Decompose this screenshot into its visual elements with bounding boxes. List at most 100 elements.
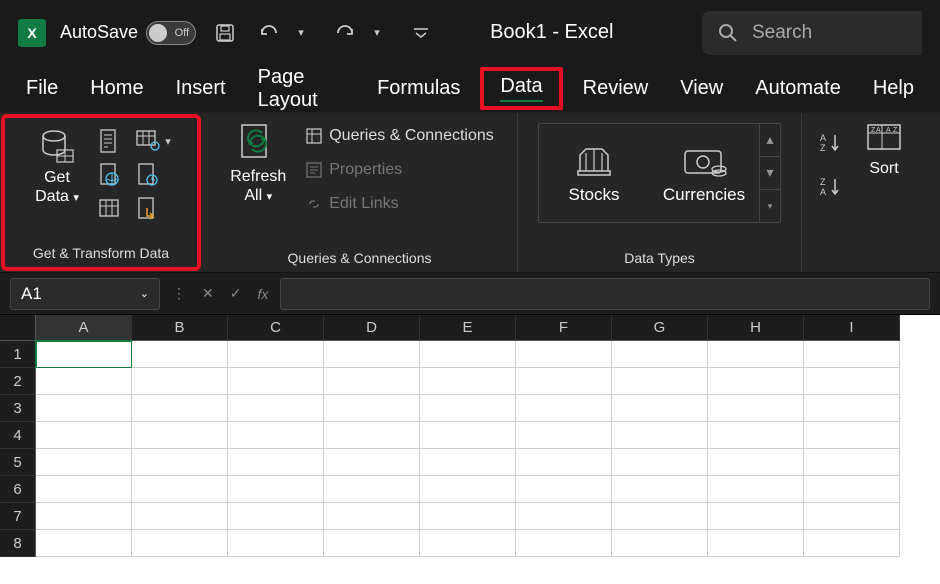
redo-dropdown[interactable]: ▾ <box>362 19 392 47</box>
cell[interactable] <box>420 422 516 449</box>
cell[interactable] <box>324 422 420 449</box>
column-header[interactable]: E <box>420 315 516 341</box>
refresh-all-button[interactable]: Refresh All ▾ <box>221 119 295 205</box>
cell[interactable] <box>612 422 708 449</box>
cell[interactable] <box>612 395 708 422</box>
undo-dropdown[interactable]: ▾ <box>286 19 316 47</box>
cell[interactable] <box>132 530 228 557</box>
save-button[interactable] <box>210 19 240 47</box>
formula-input[interactable] <box>280 278 930 310</box>
cell[interactable] <box>804 395 900 422</box>
enter-formula-button[interactable]: ✓ <box>226 285 246 302</box>
cell[interactable] <box>804 449 900 476</box>
cell[interactable] <box>804 368 900 395</box>
cell[interactable] <box>132 449 228 476</box>
cell[interactable] <box>516 503 612 530</box>
tab-home[interactable]: Home <box>74 65 159 112</box>
cell[interactable] <box>804 530 900 557</box>
cell[interactable] <box>420 476 516 503</box>
cell[interactable] <box>132 422 228 449</box>
cell[interactable] <box>36 503 132 530</box>
cell[interactable] <box>804 476 900 503</box>
cell[interactable] <box>804 422 900 449</box>
tab-automate[interactable]: Automate <box>739 65 857 112</box>
tab-view[interactable]: View <box>664 65 739 112</box>
gallery-expand-button[interactable]: ▾ <box>760 190 780 223</box>
cell[interactable] <box>228 395 324 422</box>
search-input[interactable]: Search <box>702 11 922 55</box>
cell[interactable] <box>612 449 708 476</box>
cell[interactable] <box>516 395 612 422</box>
row-header[interactable]: 6 <box>0 476 36 503</box>
cell[interactable] <box>516 530 612 557</box>
cell[interactable] <box>420 395 516 422</box>
column-header[interactable]: G <box>612 315 708 341</box>
sort-desc-button[interactable]: ZA <box>814 169 848 203</box>
column-header[interactable]: H <box>708 315 804 341</box>
column-header[interactable]: I <box>804 315 900 341</box>
autosave-toggle[interactable]: Off <box>146 21 196 45</box>
tab-data[interactable]: Data <box>480 67 562 110</box>
cell[interactable] <box>516 476 612 503</box>
cell[interactable] <box>612 476 708 503</box>
select-all-cell[interactable] <box>0 315 36 341</box>
cell[interactable] <box>420 530 516 557</box>
row-header[interactable]: 5 <box>0 449 36 476</box>
cell[interactable] <box>228 449 324 476</box>
cancel-formula-button[interactable]: ✕ <box>198 285 218 302</box>
existing-connections-button[interactable] <box>131 192 165 226</box>
row-header[interactable]: 3 <box>0 395 36 422</box>
cell[interactable] <box>708 341 804 368</box>
cell[interactable] <box>324 530 420 557</box>
data-type-stocks[interactable]: Stocks <box>539 124 649 222</box>
cell[interactable] <box>324 368 420 395</box>
cell[interactable] <box>132 341 228 368</box>
cell[interactable] <box>516 368 612 395</box>
row-header[interactable]: 4 <box>0 422 36 449</box>
gallery-down-button[interactable]: ▾ <box>760 157 780 190</box>
cell[interactable] <box>132 503 228 530</box>
cell[interactable] <box>228 503 324 530</box>
cell[interactable] <box>228 422 324 449</box>
row-header[interactable]: 8 <box>0 530 36 557</box>
cell[interactable] <box>36 368 132 395</box>
sort-asc-button[interactable]: AZ <box>814 125 848 159</box>
cell[interactable] <box>708 395 804 422</box>
sort-button[interactable]: Z A A Z Sort <box>856 119 912 178</box>
properties-button[interactable]: Properties <box>301 153 498 187</box>
from-web-button[interactable] <box>93 158 127 192</box>
column-header[interactable]: A <box>36 315 132 341</box>
cells[interactable] <box>36 341 940 557</box>
cell[interactable] <box>228 530 324 557</box>
cell[interactable] <box>324 341 420 368</box>
tab-help[interactable]: Help <box>857 65 930 112</box>
from-table-range-button[interactable]: ▾ <box>131 124 175 158</box>
cell[interactable] <box>324 503 420 530</box>
cell[interactable] <box>324 476 420 503</box>
tab-page-layout[interactable]: Page Layout <box>242 65 361 112</box>
insert-function-button[interactable]: fx <box>253 286 272 302</box>
cell[interactable] <box>708 476 804 503</box>
cell[interactable] <box>804 341 900 368</box>
cell[interactable] <box>516 341 612 368</box>
cell[interactable] <box>36 395 132 422</box>
cell[interactable] <box>36 476 132 503</box>
cell[interactable] <box>36 449 132 476</box>
queries-connections-button[interactable]: Queries & Connections <box>301 119 498 153</box>
cell[interactable] <box>228 476 324 503</box>
cell[interactable] <box>516 449 612 476</box>
get-data-button[interactable]: Get Data ▾ <box>27 124 87 206</box>
cell[interactable] <box>324 449 420 476</box>
redo-button[interactable] <box>330 19 360 47</box>
customize-qat-button[interactable] <box>406 19 436 47</box>
cell[interactable] <box>708 503 804 530</box>
column-header[interactable]: B <box>132 315 228 341</box>
name-box[interactable]: A1 ⌄ <box>10 278 160 310</box>
cell[interactable] <box>708 422 804 449</box>
tab-formulas[interactable]: Formulas <box>361 65 476 112</box>
edit-links-button[interactable]: Edit Links <box>301 187 498 221</box>
cell[interactable] <box>36 422 132 449</box>
cell[interactable] <box>516 422 612 449</box>
cell[interactable] <box>36 530 132 557</box>
cell[interactable] <box>612 341 708 368</box>
